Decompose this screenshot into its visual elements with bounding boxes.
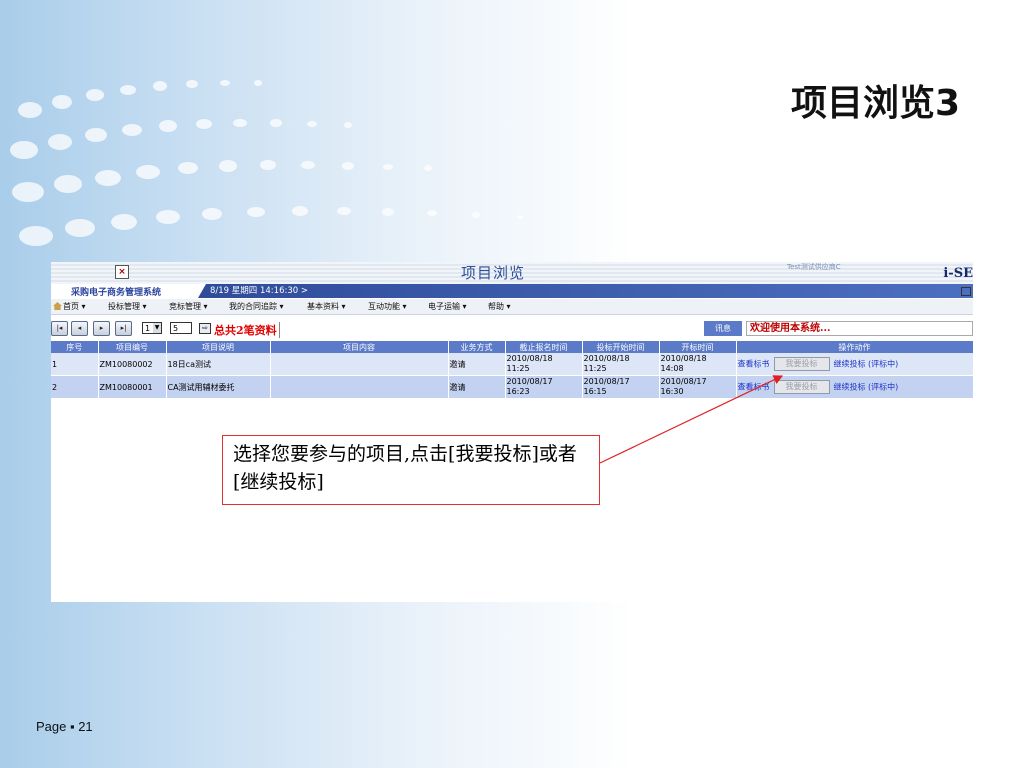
- col-header-code: 项目编号: [98, 341, 167, 353]
- col-header-mode: 业务方式: [448, 341, 506, 353]
- last-page-icon[interactable]: ▸|: [115, 321, 132, 336]
- bid-button[interactable]: 我要投标: [773, 380, 830, 394]
- menu-item-bid-management[interactable]: 投标管理 ▾: [108, 301, 147, 312]
- app-header-bar: × 项目浏览 Test测试供应商C i-SE: [51, 262, 973, 284]
- cell-deadline: 2010/08/18 11:25: [505, 353, 583, 376]
- instruction-callout: 选择您要参与的项目,点击[我要投标]或者[继续投标]: [222, 435, 600, 505]
- cell-bid-start: 2010/08/18 11:25: [582, 353, 660, 376]
- menu-item-help[interactable]: 帮助 ▾: [488, 301, 511, 312]
- close-icon[interactable]: ×: [115, 265, 129, 279]
- view-tender-link[interactable]: 查看标书: [738, 360, 770, 369]
- cell-open-time: 2010/08/17 16:30: [659, 375, 737, 398]
- page-number: Page ▪ 21: [36, 719, 93, 734]
- table-row[interactable]: 1 ZM10080002 18日ca测试 邀请 2010/08/18 11:25 …: [51, 353, 973, 376]
- cell-desc: CA测试用辅材委托: [166, 375, 271, 398]
- col-header-deadline: 截止报名时间: [505, 341, 583, 353]
- col-header-desc: 项目说明: [166, 341, 271, 353]
- decorative-dots: [10, 80, 722, 260]
- datetime-tab: 8/19 星期四 14:16:30 >: [198, 284, 973, 298]
- col-header-actions: 操作动作: [736, 341, 973, 353]
- cell-code: ZM10080002: [98, 353, 167, 376]
- cell-deadline: 2010/08/17 16:23: [505, 375, 583, 398]
- col-header-open-time: 开标时间: [659, 341, 737, 353]
- menu-item-contract-tracking[interactable]: 我的合同追踪 ▾: [229, 301, 284, 312]
- table-row[interactable]: 2 ZM10080001 CA测试用辅材委托 邀请 2010/08/17 16:2…: [51, 375, 973, 398]
- system-bar: 采购电子商务管理系统 8/19 星期四 14:16:30 >: [51, 284, 973, 298]
- view-tender-link[interactable]: 查看标书: [738, 383, 770, 392]
- cell-desc: 18日ca测试: [166, 353, 271, 376]
- menu-item-interaction[interactable]: 互动功能 ▾: [368, 301, 407, 312]
- prev-page-icon[interactable]: ◂: [71, 321, 88, 336]
- cell-content: [270, 375, 449, 398]
- project-table: 序号 项目编号 项目说明 项目内容 业务方式 截止报名时间 投标开始时间 开标时…: [51, 341, 973, 398]
- notice-label: 讯息: [704, 321, 742, 336]
- window-icon[interactable]: [961, 287, 971, 296]
- bid-button[interactable]: 我要投标: [773, 357, 830, 371]
- system-name: 采购电子商务管理系统: [71, 288, 162, 298]
- cell-no: 1: [51, 353, 99, 376]
- menu-item-home[interactable]: 首页 ▾: [53, 301, 86, 312]
- page-size-input[interactable]: 5: [170, 322, 192, 334]
- slide-title: 项目浏览3: [790, 83, 960, 124]
- chevron-down-icon: ▼: [153, 323, 161, 333]
- cell-content: [270, 353, 449, 376]
- cell-code: ZM10080001: [98, 375, 167, 398]
- pager-bar: |◂ ◂ ▸ ▸| 1 ▼ 5 ⇨ 总共2笔资料 讯息 欢迎使用本系统...: [51, 320, 973, 338]
- cell-actions: 查看标书 我要投标 继续投标 (评标中): [736, 353, 973, 376]
- table-header-row: 序号 项目编号 项目说明 项目内容 业务方式 截止报名时间 投标开始时间 开标时…: [51, 341, 973, 353]
- cell-no: 2: [51, 375, 99, 398]
- menu-item-transport[interactable]: 电子运输 ▾: [428, 301, 467, 312]
- supplier-label: Test测试供应商C: [787, 263, 841, 271]
- cell-open-time: 2010/08/18 14:08: [659, 353, 737, 376]
- app-page-title: 项目浏览: [461, 264, 526, 282]
- first-page-icon[interactable]: |◂: [51, 321, 68, 336]
- brand-logo: i-SE: [943, 266, 973, 281]
- main-menu: 首页 ▾ 投标管理 ▾ 竞标管理 ▾ 我的合同追踪 ▾ 基本资料 ▾ 互动功能 …: [51, 299, 973, 315]
- cell-actions: 查看标书 我要投标 继续投标 (评标中): [736, 375, 973, 398]
- app-window: × 项目浏览 Test测试供应商C i-SE 采购电子商务管理系统 8/19 星…: [51, 262, 973, 602]
- menu-item-competitive-bid[interactable]: 竞标管理 ▾: [169, 301, 208, 312]
- go-icon[interactable]: ⇨: [199, 323, 211, 334]
- col-header-no: 序号: [51, 341, 99, 353]
- col-header-bid-start: 投标开始时间: [582, 341, 660, 353]
- welcome-message: 欢迎使用本系统...: [746, 321, 973, 336]
- cell-bid-start: 2010/08/17 16:15: [582, 375, 660, 398]
- total-records: 总共2笔资料: [214, 322, 280, 338]
- col-header-content: 项目内容: [270, 341, 449, 353]
- cell-mode: 邀请: [448, 375, 506, 398]
- continue-bid-link[interactable]: 继续投标 (评标中): [834, 360, 899, 369]
- next-page-icon[interactable]: ▸: [93, 321, 110, 336]
- menu-item-basic-data[interactable]: 基本资料 ▾: [307, 301, 346, 312]
- home-icon: [53, 302, 62, 310]
- cell-mode: 邀请: [448, 353, 506, 376]
- page-select[interactable]: 1 ▼: [142, 322, 162, 334]
- continue-bid-link[interactable]: 继续投标 (评标中): [834, 383, 899, 392]
